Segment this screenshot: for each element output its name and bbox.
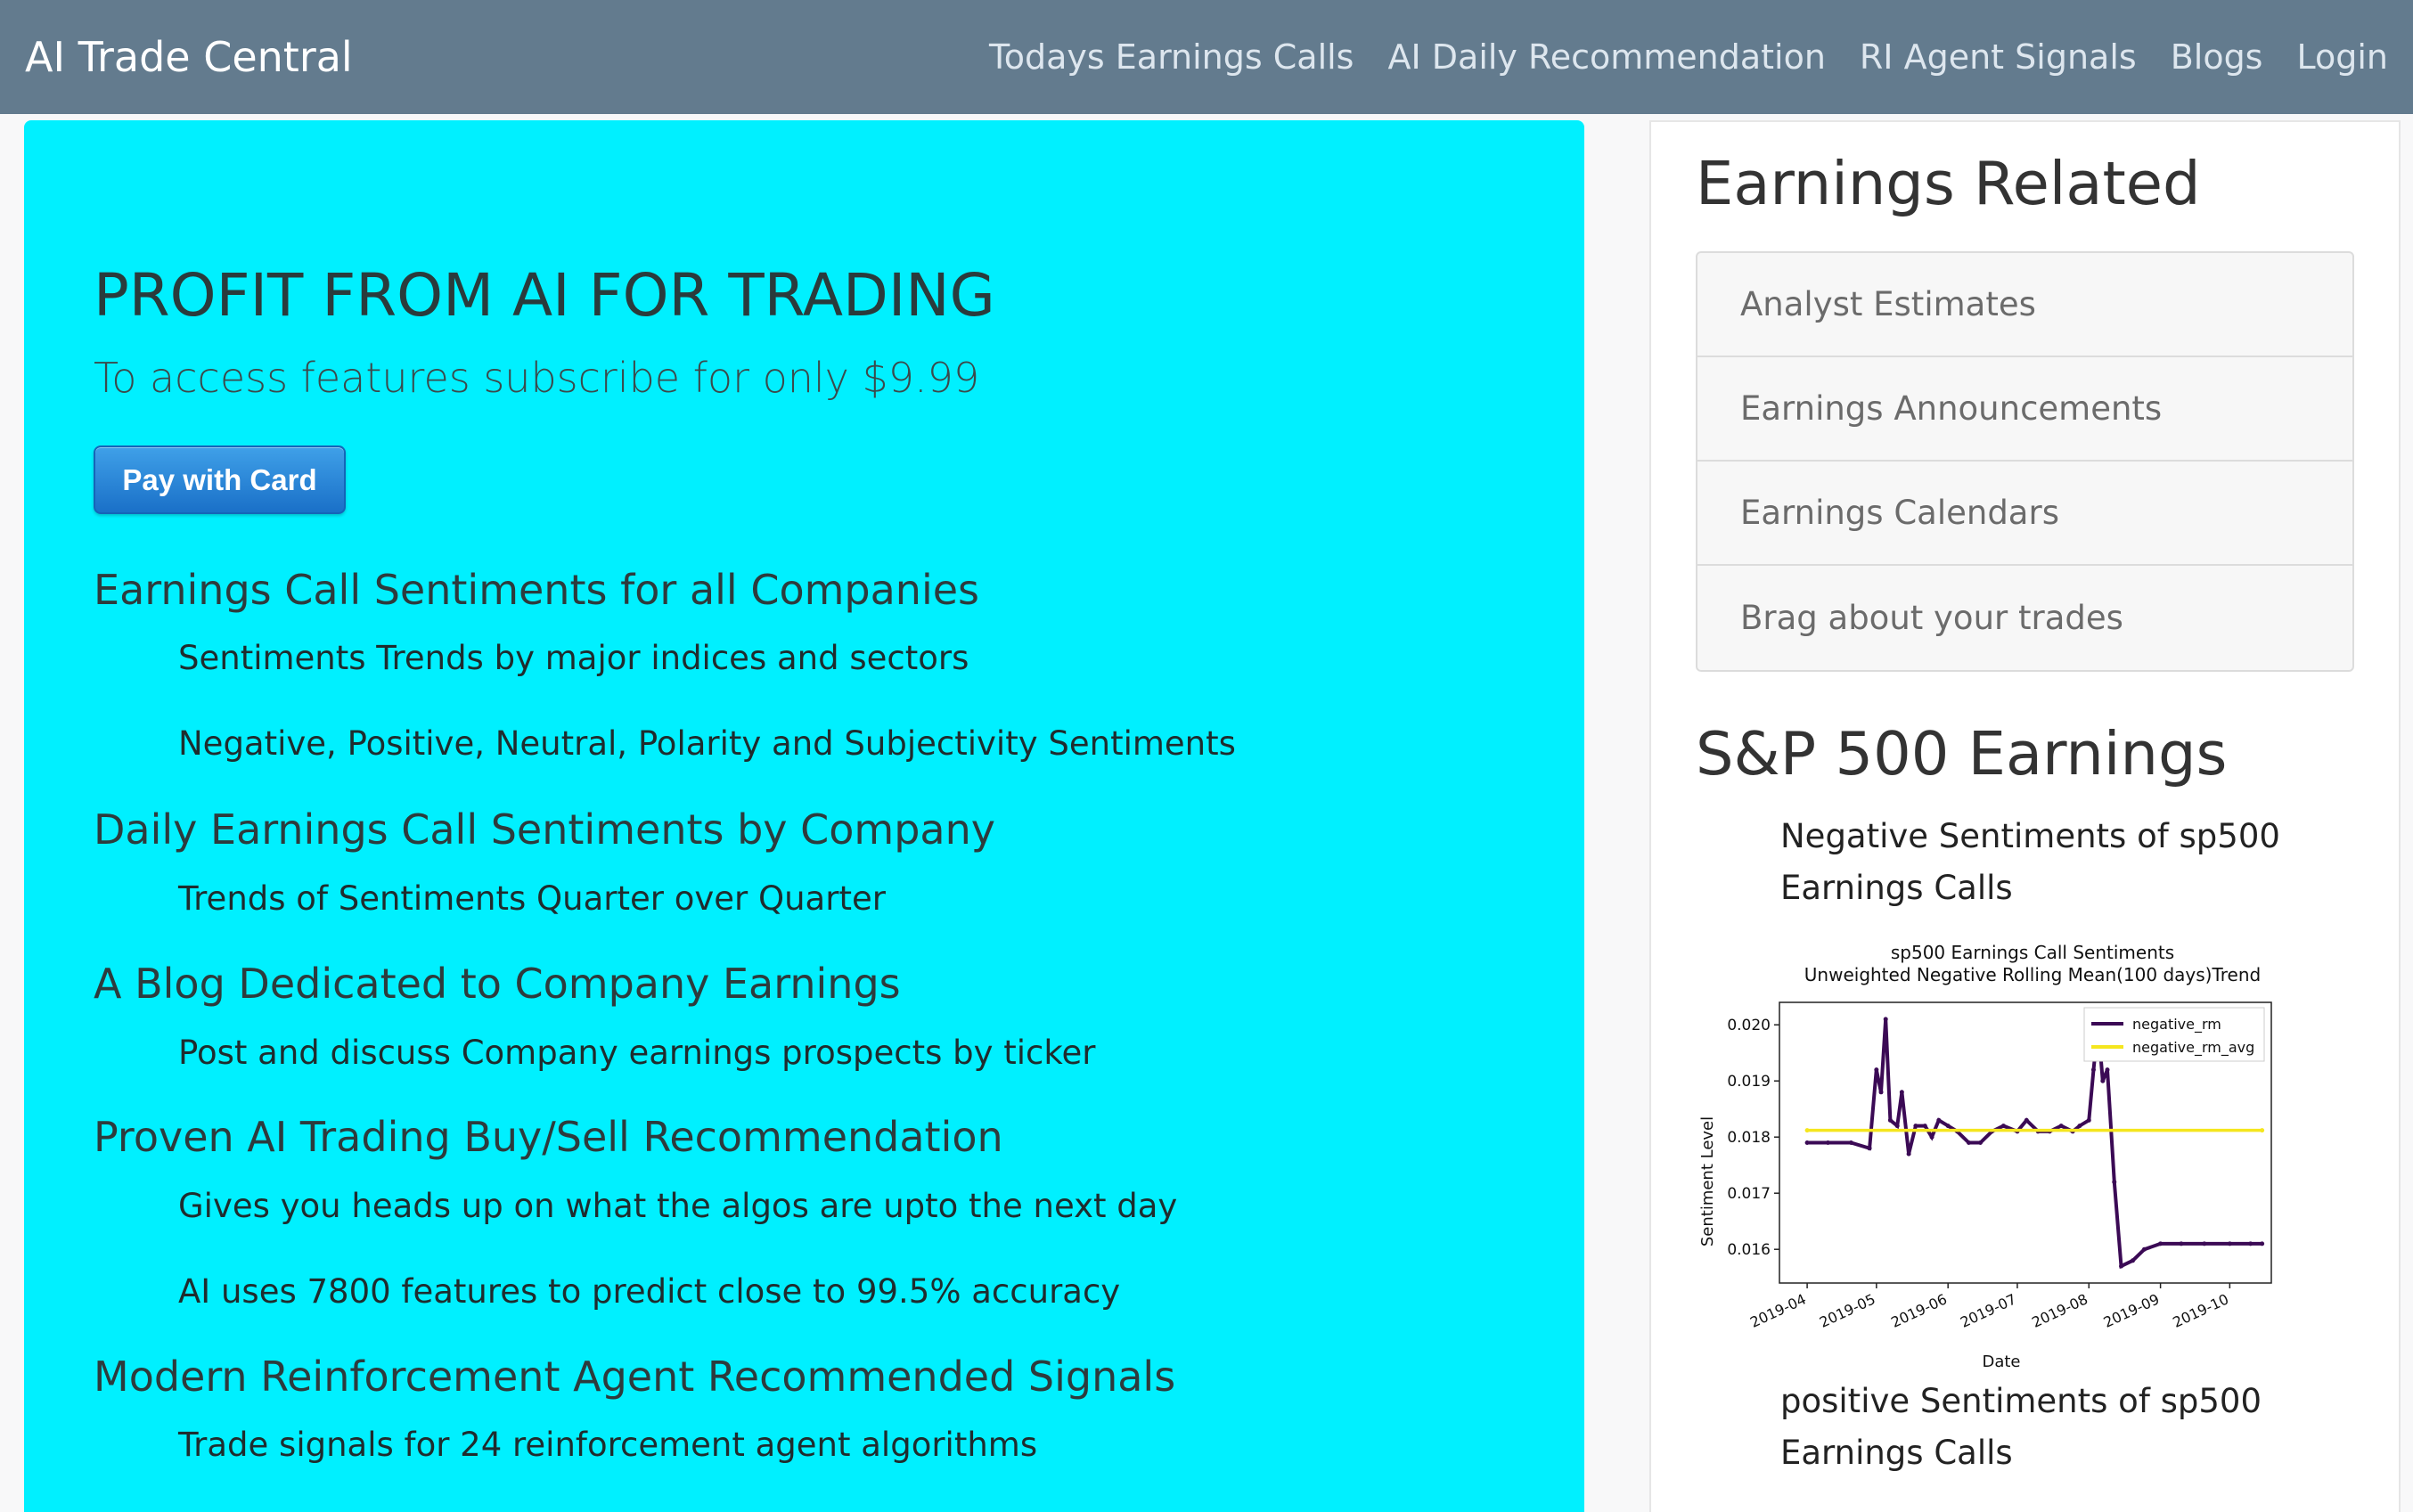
nav-ai-daily-recommendation[interactable]: AI Daily Recommendation <box>1387 37 1825 77</box>
series-point-negative-rm <box>1874 1067 1879 1073</box>
chart-subtitle: Unweighted Negative Rolling Mean(100 day… <box>1804 964 2261 985</box>
series-point-negative-rm <box>2090 1067 2096 1073</box>
series-point-negative-rm <box>2119 1263 2124 1269</box>
feature-heading: A Blog Dedicated to Company Earnings <box>94 960 901 1008</box>
series-point-negative-rm <box>1929 1134 1934 1140</box>
x-tick-label: 2019-04 <box>1747 1290 1809 1330</box>
series-point-negative-rm <box>1848 1140 1853 1145</box>
feature-heading: Earnings Call Sentiments for all Compani… <box>94 566 979 614</box>
series-point-negative-rm <box>1883 1017 1888 1022</box>
legend-label: negative_rm <box>2132 1016 2221 1034</box>
feature-item: Trends of Sentiments Quarter over Quarte… <box>178 879 886 918</box>
feature-item: Trade signals for 24 reinforcement agent… <box>178 1426 1038 1464</box>
pay-with-card-button[interactable]: Pay with Card <box>94 445 346 514</box>
series-point-negative-rm <box>2202 1241 2207 1246</box>
link-analyst-estimates[interactable]: Analyst Estimates <box>1697 253 2352 357</box>
series-point-negative-rm <box>1906 1151 1911 1156</box>
nav-links: Todays Earnings Calls AI Daily Recommend… <box>989 37 2388 77</box>
series-point-negative-rm <box>2260 1241 2265 1246</box>
y-tick-label: 0.020 <box>1727 1017 1771 1034</box>
series-point-negative-rm <box>2248 1241 2253 1246</box>
feature-item: AI uses 7800 features to predict close t… <box>178 1272 1121 1311</box>
y-tick-label: 0.018 <box>1727 1129 1771 1147</box>
series-point-negative-rm <box>1913 1124 1918 1129</box>
nav-ri-agent-signals[interactable]: RI Agent Signals <box>1860 37 2137 77</box>
feature-item: Post and discuss Company earnings prospe… <box>178 1034 1096 1072</box>
series-point-negative-rm <box>2024 1117 2029 1123</box>
sp500-earnings-heading: S&P 500 Earnings <box>1696 719 2228 789</box>
series-point-negative-rm <box>2227 1241 2232 1246</box>
y-tick-label: 0.016 <box>1727 1241 1771 1259</box>
chart-x-label: Date <box>1982 1353 2020 1371</box>
feature-heading: Proven AI Trading Buy/Sell Recommendatio… <box>94 1113 1003 1161</box>
link-brag-about-trades[interactable]: Brag about your trades <box>1697 566 2352 670</box>
series-point-negative-rm <box>2158 1241 2164 1246</box>
link-earnings-calendars[interactable]: Earnings Calendars <box>1697 462 2352 566</box>
series-point-negative-rm <box>2141 1246 2147 1252</box>
series-point-negative-rm <box>1878 1090 1884 1095</box>
series-point-negative-rm <box>1804 1140 1810 1145</box>
series-point-negative-rm <box>1825 1140 1830 1145</box>
series-point-negative-rm <box>1922 1124 1927 1129</box>
x-tick-label: 2019-08 <box>2029 1290 2090 1330</box>
chart-title: sp500 Earnings Call Sentiments <box>1891 942 2174 963</box>
series-point-negative-rm <box>1945 1124 1951 1129</box>
nav-blogs[interactable]: Blogs <box>2171 37 2263 77</box>
feature-heading: Daily Earnings Call Sentiments by Compan… <box>94 805 995 854</box>
series-point-negative-rm <box>2131 1258 2136 1263</box>
series-point-negative-rm <box>1936 1117 1942 1123</box>
top-navbar: AI Trade Central Todays Earnings Calls A… <box>0 0 2413 114</box>
feature-heading: Modern Reinforcement Agent Recommended S… <box>94 1353 1176 1401</box>
series-point-negative-rm <box>1867 1146 1872 1151</box>
series-point-negative-rm <box>1887 1117 1893 1123</box>
series-point-negative-rm <box>2105 1067 2110 1073</box>
series-point-negative-rm <box>2086 1117 2091 1123</box>
series-point-negative-rm <box>1967 1140 1972 1145</box>
sentiment-chart: sp500 Earnings Call Sentiments Unweighte… <box>1698 941 2376 1377</box>
series-point-negative-rm-avg <box>2260 1128 2265 1133</box>
hero-lead: To access features subscribe for only $9… <box>94 354 980 402</box>
series-point-negative-rm <box>1899 1090 1904 1095</box>
nav-login[interactable]: Login <box>2296 37 2388 77</box>
series-point-negative-rm-avg <box>1804 1128 1810 1133</box>
sidebar: Earnings Related Analyst Estimates Earni… <box>1649 120 2401 1512</box>
x-tick-label: 2019-07 <box>1958 1290 2019 1330</box>
y-tick-label: 0.019 <box>1727 1073 1771 1091</box>
feature-item: Gives you heads up on what the algos are… <box>178 1187 1178 1225</box>
x-tick-label: 2019-10 <box>2170 1290 2231 1330</box>
hero-title: PROFIT FROM AI FOR TRADING <box>94 261 995 330</box>
series-point-negative-rm <box>2112 1180 2117 1185</box>
brand-link[interactable]: AI Trade Central <box>25 33 353 81</box>
x-tick-label: 2019-05 <box>1817 1290 1878 1330</box>
feature-item: Sentiments Trends by major indices and s… <box>178 639 969 677</box>
hero-jumbotron: PROFIT FROM AI FOR TRADING To access fea… <box>24 120 1584 1512</box>
legend-label: negative_rm_avg <box>2132 1039 2254 1057</box>
series-point-negative-rm <box>1977 1140 1983 1145</box>
x-tick-label: 2019-06 <box>1888 1290 1950 1330</box>
sentiment-chart-svg: sp500 Earnings Call Sentiments Unweighte… <box>1698 942 2272 1371</box>
positive-sentiments-caption: positive Sentiments of sp500 Earnings Ca… <box>1780 1382 2262 1472</box>
earnings-related-heading: Earnings Related <box>1696 149 2201 218</box>
series-point-negative-rm <box>2000 1124 2006 1129</box>
nav-todays-earnings-calls[interactable]: Todays Earnings Calls <box>989 37 1354 77</box>
y-tick-label: 0.017 <box>1727 1185 1771 1203</box>
earnings-links-list: Analyst Estimates Earnings Announcements… <box>1696 251 2354 672</box>
series-point-negative-rm <box>1894 1124 1900 1129</box>
feature-item: Negative, Positive, Neutral, Polarity an… <box>178 724 1236 763</box>
series-point-negative-rm <box>2100 1078 2106 1083</box>
chart-y-label: Sentiment Level <box>1698 1116 1717 1246</box>
x-tick-label: 2019-09 <box>2101 1290 2163 1330</box>
series-point-negative-rm <box>2058 1124 2064 1129</box>
series-point-negative-rm <box>2179 1241 2184 1246</box>
link-earnings-announcements[interactable]: Earnings Announcements <box>1697 357 2352 462</box>
negative-sentiments-caption: Negative Sentiments of sp500 Earnings Ca… <box>1780 817 2280 907</box>
series-point-negative-rm <box>2077 1124 2082 1129</box>
